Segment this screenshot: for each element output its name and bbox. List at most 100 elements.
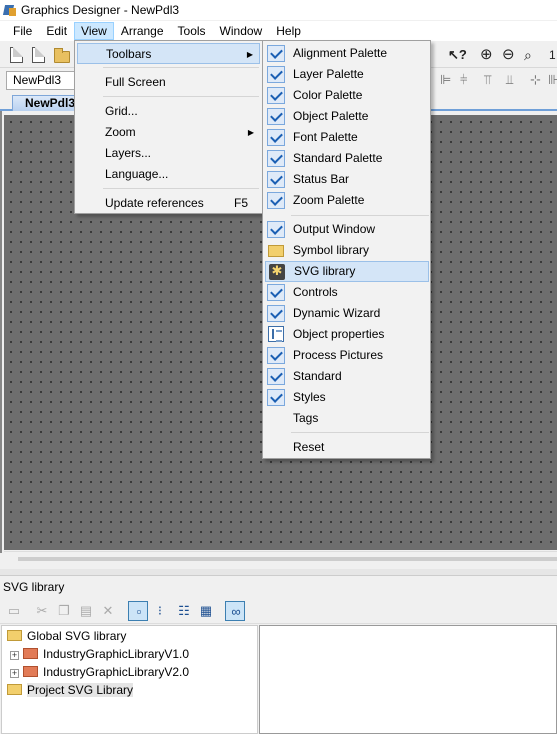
menu-edit[interactable]: Edit — [39, 22, 74, 40]
delete-icon: ✕ — [102, 603, 114, 618]
large-icons-button[interactable]: ▫ — [128, 601, 148, 621]
zoom-in-icon[interactable]: ⊕ — [480, 47, 493, 63]
svg-library-panel-title: SVG library — [0, 577, 557, 597]
preview-glasses-icon: ∞ — [231, 604, 241, 619]
menu-item-object-properties[interactable]: Object properties — [265, 324, 429, 345]
menu-item-color-palette[interactable]: Color Palette — [265, 85, 429, 106]
menu-item-standard[interactable]: Standard — [265, 366, 429, 387]
window-title: Graphics Designer - NewPdl3 — [21, 3, 180, 17]
details-view-button[interactable]: ▦ — [196, 601, 216, 621]
menu-item-label: Font Palette — [293, 130, 358, 144]
menu-item-svg-library[interactable]: SVG library — [265, 261, 429, 282]
menu-tools[interactable]: Tools — [171, 22, 213, 40]
menu-file[interactable]: File — [6, 22, 39, 40]
small-icons-button[interactable]: ⁝ — [150, 601, 170, 621]
zoom-out-icon[interactable]: ⊖ — [502, 47, 515, 63]
menu-item-standard-palette[interactable]: Standard Palette — [265, 148, 429, 169]
menu-item-label: Output Window — [293, 222, 376, 236]
scrollbar-thumb[interactable] — [18, 557, 557, 561]
menu-item-label: Update references — [105, 196, 204, 210]
tree-item-industry-v1[interactable]: + IndustryGraphicLibraryV1.0 — [10, 645, 189, 663]
align-center-icon[interactable]: ⫩ — [460, 72, 467, 88]
list-view-icon: ☷ — [178, 603, 190, 618]
cut-icon: ✂ — [36, 603, 48, 618]
menu-item-object-palette[interactable]: Object Palette — [265, 106, 429, 127]
checkmark-icon — [267, 368, 285, 385]
menu-item-label: Styles — [293, 390, 326, 404]
title-bar: Graphics Designer - NewPdl3 — [0, 0, 557, 20]
tree-item-project-svg-library[interactable]: Project SVG Library — [7, 681, 134, 699]
tree-item-industry-v2[interactable]: + IndustryGraphicLibraryV2.0 — [10, 663, 189, 681]
align-middle-icon[interactable]: ⊹ — [530, 72, 541, 88]
menu-item-update-references[interactable]: Update references F5 — [77, 193, 260, 214]
zoom-field-partial[interactable]: 1 — [549, 47, 556, 63]
menu-item-process-pictures[interactable]: Process Pictures — [265, 345, 429, 366]
menu-item-label: Controls — [293, 285, 338, 299]
shortcut-label: F5 — [233, 196, 248, 210]
align-top-icon[interactable]: ⫪ — [484, 72, 491, 88]
menu-separator — [291, 215, 429, 216]
checkmark-icon — [267, 108, 285, 125]
checkmark-icon — [267, 150, 285, 167]
menu-item-label: Object Palette — [293, 109, 369, 123]
menu-item-label: Alignment Palette — [293, 46, 388, 60]
paste-button[interactable]: ▤ — [76, 601, 96, 621]
zoom-area-icon[interactable]: ⌕ — [524, 47, 532, 63]
menu-arrange[interactable]: Arrange — [114, 22, 171, 40]
align-right-icon[interactable]: ⊪ — [548, 72, 557, 88]
delete-button[interactable]: ✕ — [98, 601, 118, 621]
menu-item-grid[interactable]: Grid... — [77, 101, 260, 122]
menu-item-zoom[interactable]: Zoom ▶ — [77, 122, 260, 143]
menu-item-font-palette[interactable]: Font Palette — [265, 127, 429, 148]
menu-item-styles[interactable]: Styles — [265, 387, 429, 408]
checkmark-icon — [267, 87, 285, 104]
new-folder-icon: ▭ — [7, 603, 21, 618]
menu-bar: File Edit View Arrange Tools Window Help — [0, 21, 557, 41]
menu-item-zoom-palette[interactable]: Zoom Palette — [265, 190, 429, 211]
menu-help[interactable]: Help — [269, 22, 308, 40]
new-folder-button[interactable]: ▭ — [4, 601, 24, 621]
expand-icon[interactable]: + — [10, 669, 19, 678]
library-folder-icon — [23, 648, 38, 659]
horizontal-scrollbar[interactable] — [4, 551, 557, 569]
menu-window[interactable]: Window — [213, 22, 270, 40]
expand-icon[interactable]: + — [10, 651, 19, 660]
menu-separator — [103, 188, 259, 189]
checkmark-icon — [267, 171, 285, 188]
splitter[interactable] — [0, 569, 557, 576]
menu-item-reset[interactable]: Reset — [265, 437, 429, 458]
menu-item-label: Zoom Palette — [293, 193, 365, 207]
align-bottom-icon[interactable]: ⫫ — [506, 72, 513, 88]
menu-item-label: Reset — [293, 440, 325, 454]
copy-button[interactable]: ❐ — [54, 601, 74, 621]
new-template-icon[interactable] — [32, 47, 45, 63]
menu-item-label: Dynamic Wizard — [293, 306, 381, 320]
cut-button[interactable]: ✂ — [32, 601, 52, 621]
svg-library-content-pane[interactable] — [259, 625, 557, 734]
new-document-icon[interactable] — [10, 47, 23, 63]
menu-item-status-bar[interactable]: Status Bar — [265, 169, 429, 190]
tree-item-label: Global SVG library — [27, 629, 127, 643]
list-view-button[interactable]: ☷ — [174, 601, 194, 621]
menu-item-toolbars[interactable]: Toolbars ▶ — [77, 43, 260, 64]
menu-item-symbol-library[interactable]: Symbol library — [265, 240, 429, 261]
menu-item-language[interactable]: Language... — [77, 164, 260, 185]
tree-item-global-svg-library[interactable]: Global SVG library — [7, 627, 126, 645]
help-pointer-icon[interactable]: ↖? — [448, 47, 467, 63]
checkmark-icon — [267, 192, 285, 209]
menu-item-layers[interactable]: Layers... — [77, 143, 260, 164]
open-folder-icon[interactable] — [54, 48, 70, 63]
align-left-icon[interactable]: ⊫ — [440, 72, 451, 88]
menu-item-tags[interactable]: Tags — [265, 408, 429, 429]
menu-item-dynamic-wizard[interactable]: Dynamic Wizard — [265, 303, 429, 324]
menu-item-label: Color Palette — [293, 88, 363, 102]
menu-item-output-window[interactable]: Output Window — [265, 219, 429, 240]
menu-item-label: Zoom — [105, 125, 136, 139]
menu-item-full-screen[interactable]: Full Screen — [77, 72, 260, 93]
menu-view[interactable]: View — [74, 22, 114, 40]
menu-item-layer-palette[interactable]: Layer Palette — [265, 64, 429, 85]
preview-button[interactable]: ∞ — [225, 601, 245, 621]
menu-item-controls[interactable]: Controls — [265, 282, 429, 303]
tree-item-label: IndustryGraphicLibraryV1.0 — [43, 647, 190, 661]
menu-item-alignment-palette[interactable]: Alignment Palette — [265, 43, 429, 64]
